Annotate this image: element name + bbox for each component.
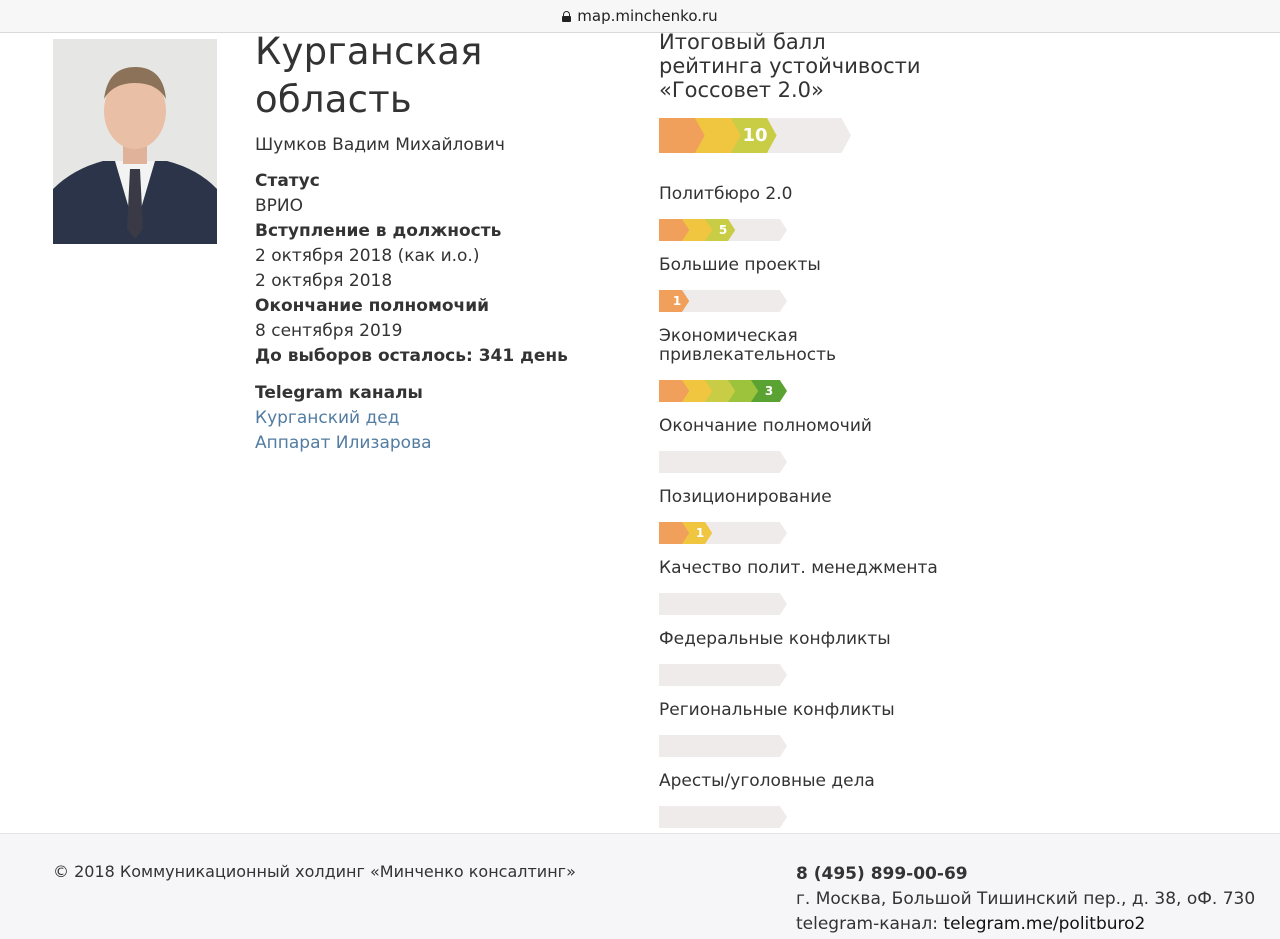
rating-title-line: «Госсовет 2.0»: [659, 78, 824, 102]
rating-title: Итоговый балл рейтинга устойчивости «Гос…: [659, 30, 979, 102]
region-info: Курганская область Шумков Вадим Михайлов…: [255, 28, 635, 456]
rating-title-line: рейтинга устойчивости: [659, 54, 921, 78]
footer: © 2018 Коммуникационный холдинг «Минченк…: [0, 833, 1280, 939]
url-text: map.minchenko.ru: [577, 7, 718, 25]
criterion-label: Экономическая привлекательность: [659, 326, 837, 365]
telegram-link-apparat-ilizarova[interactable]: Аппарат Илизарова: [255, 431, 635, 456]
appointment-label: Вступление в должность: [255, 221, 502, 241]
criterion-label: Политбюро 2.0: [659, 184, 793, 204]
governor-photo: [53, 39, 217, 244]
address: г. Москва, Большой Тишинский пер., д. 38…: [796, 889, 1256, 909]
telegram-label: Telegram каналы: [255, 383, 423, 403]
criterion-label: Позиционирование: [659, 487, 832, 507]
criterion-bar: 1: [659, 290, 979, 312]
page-title: Курганская область: [255, 30, 483, 121]
criterion-bar: [659, 451, 979, 473]
criterion-label: Аресты/уголовные дела: [659, 771, 875, 791]
criterion-label: Региональные конфликты: [659, 700, 895, 720]
governor-name: Шумков Вадим Михайлович: [255, 135, 505, 155]
criterion-bar: [659, 593, 979, 615]
term-end-label: Окончание полномочий: [255, 296, 490, 316]
browser-address-bar[interactable]: map.minchenko.ru: [0, 0, 1280, 33]
rating-title-line: Итоговый балл: [659, 30, 826, 54]
election-countdown: До выборов осталось: 341 день: [255, 346, 568, 366]
stability-rating: Итоговый балл рейтинга устойчивости «Гос…: [659, 30, 979, 843]
telegram-channel-link[interactable]: telegram.me/politburo2: [943, 914, 1145, 934]
appointment-date-acting: 2 октября 2018 (как и.о.): [255, 246, 480, 266]
criterion-label: Федеральные конфликты: [659, 629, 891, 649]
status-value: ВРИО: [255, 196, 304, 216]
telegram-link-kurgansky-ded[interactable]: Курганский дед: [255, 406, 635, 431]
appointment-date: 2 октября 2018: [255, 271, 393, 291]
criterion-label: Качество полит. менеджмента: [659, 558, 938, 578]
criterion-bar: 3: [659, 380, 979, 402]
criterion-bar: [659, 735, 979, 757]
total-score-bar: 10: [659, 118, 979, 153]
lock-icon: [562, 10, 572, 22]
criterion-bar: [659, 806, 979, 828]
criteria-list: Политбюро 2.0 5 Большие проекты 1 Экономичес…: [659, 185, 979, 828]
criterion-label: Окончание полномочий: [659, 416, 872, 436]
copyright: © 2018 Коммуникационный холдинг «Минченк…: [53, 862, 576, 881]
phone-number[interactable]: 8 (495) 899-00-69: [796, 862, 1255, 887]
contacts: 8 (495) 899-00-69 г. Москва, Большой Тиш…: [796, 862, 1255, 937]
portrait-image: [53, 39, 217, 244]
criterion-bar: [659, 664, 979, 686]
status-label: Статус: [255, 171, 320, 191]
telegram-prefix: telegram-канал:: [796, 914, 944, 934]
criterion-bar: 5: [659, 219, 979, 241]
url-display[interactable]: map.minchenko.ru: [562, 7, 718, 25]
criterion-label: Большие проекты: [659, 255, 821, 275]
criterion-bar: 1: [659, 522, 979, 544]
telegram-channel: telegram-канал: telegram.me/politburo2: [796, 912, 1255, 937]
term-end-value: 8 сентября 2019: [255, 321, 403, 341]
